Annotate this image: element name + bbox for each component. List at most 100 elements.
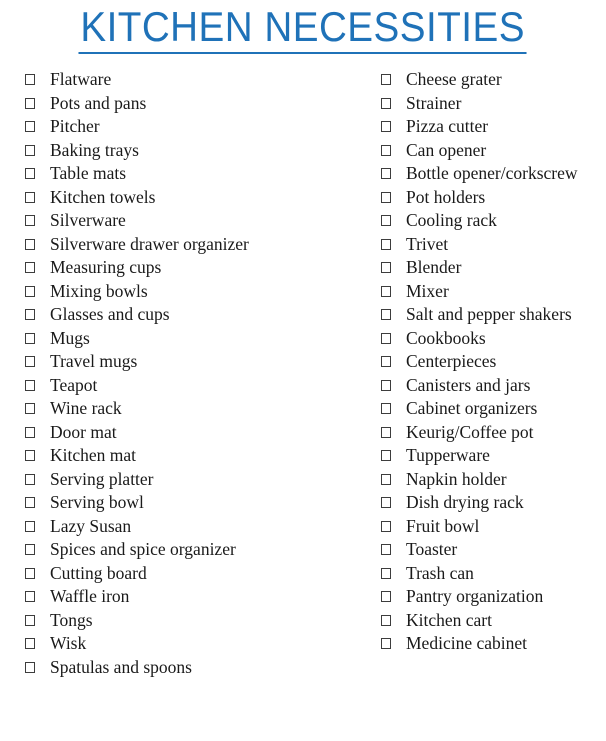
checklist-item[interactable]: Silverware drawer organizer — [25, 233, 372, 257]
empty-checkbox-icon[interactable] — [25, 144, 35, 156]
checklist-item[interactable]: Mugs — [25, 327, 372, 351]
checklist-item[interactable]: Pots and pans — [25, 92, 372, 116]
checklist-item[interactable]: Toaster — [381, 538, 602, 562]
checklist-item[interactable]: Spices and spice organizer — [25, 538, 372, 562]
empty-checkbox-icon[interactable] — [381, 403, 391, 414]
empty-checkbox-icon[interactable] — [381, 332, 391, 344]
checklist-item[interactable]: Spatulas and spoons — [25, 656, 372, 680]
checklist-item[interactable]: Baking trays — [25, 139, 372, 163]
empty-checkbox-icon[interactable] — [25, 97, 35, 109]
checklist-item[interactable]: Waffle iron — [25, 585, 372, 609]
checklist-item[interactable]: Flatware — [25, 68, 372, 92]
empty-checkbox-icon[interactable] — [25, 356, 35, 367]
empty-checkbox-icon[interactable] — [25, 544, 35, 555]
empty-checkbox-icon[interactable] — [25, 332, 35, 344]
checklist-item[interactable]: Can opener — [381, 139, 602, 163]
empty-checkbox-icon[interactable] — [381, 520, 391, 532]
empty-checkbox-icon[interactable] — [25, 638, 35, 649]
checklist-item[interactable]: Bottle opener/corkscrew — [381, 162, 602, 186]
checklist-item[interactable]: Cookbooks — [381, 327, 602, 351]
empty-checkbox-icon[interactable] — [381, 544, 391, 555]
checklist-item[interactable]: Canisters and jars — [381, 374, 602, 398]
empty-checkbox-icon[interactable] — [25, 285, 35, 297]
empty-checkbox-icon[interactable] — [381, 97, 391, 109]
empty-checkbox-icon[interactable] — [381, 614, 391, 626]
empty-checkbox-icon[interactable] — [381, 262, 391, 273]
empty-checkbox-icon[interactable] — [381, 497, 391, 508]
empty-checkbox-icon[interactable] — [25, 168, 35, 179]
empty-checkbox-icon[interactable] — [381, 473, 391, 485]
checklist-item[interactable]: Pot holders — [381, 186, 602, 210]
checklist-item[interactable]: Salt and pepper shakers — [381, 303, 602, 327]
checklist-item[interactable]: Mixer — [381, 280, 602, 304]
checklist-item[interactable]: Tupperware — [381, 444, 602, 468]
checklist-item[interactable]: Travel mugs — [25, 350, 372, 374]
empty-checkbox-icon[interactable] — [381, 144, 391, 156]
checklist-item[interactable]: Tongs — [25, 609, 372, 633]
empty-checkbox-icon[interactable] — [25, 309, 35, 320]
empty-checkbox-icon[interactable] — [381, 285, 391, 297]
empty-checkbox-icon[interactable] — [381, 450, 391, 461]
checklist-item[interactable]: Pantry organization — [381, 585, 602, 609]
checklist-item[interactable]: Cheese grater — [381, 68, 602, 92]
empty-checkbox-icon[interactable] — [381, 74, 391, 85]
checklist-item[interactable]: Kitchen cart — [381, 609, 602, 633]
empty-checkbox-icon[interactable] — [25, 426, 35, 438]
checklist-item[interactable]: Wisk — [25, 632, 372, 656]
empty-checkbox-icon[interactable] — [381, 426, 391, 438]
checklist-item[interactable]: Serving bowl — [25, 491, 372, 515]
empty-checkbox-icon[interactable] — [25, 121, 35, 132]
checklist-item[interactable]: Pitcher — [25, 115, 372, 139]
empty-checkbox-icon[interactable] — [381, 121, 391, 132]
checklist-item[interactable]: Mixing bowls — [25, 280, 372, 304]
checklist-item[interactable]: Glasses and cups — [25, 303, 372, 327]
checklist-item[interactable]: Wine rack — [25, 397, 372, 421]
checklist-item[interactable]: Door mat — [25, 421, 372, 445]
checklist-item[interactable]: Teapot — [25, 374, 372, 398]
checklist-item[interactable]: Dish drying rack — [381, 491, 602, 515]
empty-checkbox-icon[interactable] — [25, 215, 35, 226]
checklist-item[interactable]: Silverware — [25, 209, 372, 233]
empty-checkbox-icon[interactable] — [25, 567, 35, 579]
empty-checkbox-icon[interactable] — [25, 614, 35, 626]
checklist-item[interactable]: Measuring cups — [25, 256, 372, 280]
checklist-item[interactable]: Kitchen towels — [25, 186, 372, 210]
checklist-item[interactable]: Centerpieces — [381, 350, 602, 374]
empty-checkbox-icon[interactable] — [25, 74, 35, 85]
checklist-item[interactable]: Trivet — [381, 233, 602, 257]
empty-checkbox-icon[interactable] — [381, 215, 391, 226]
empty-checkbox-icon[interactable] — [25, 661, 35, 673]
empty-checkbox-icon[interactable] — [381, 591, 391, 602]
checklist-item[interactable]: Fruit bowl — [381, 515, 602, 539]
checklist-item[interactable]: Strainer — [381, 92, 602, 116]
checklist-item[interactable]: Table mats — [25, 162, 372, 186]
empty-checkbox-icon[interactable] — [25, 497, 35, 508]
empty-checkbox-icon[interactable] — [25, 403, 35, 414]
empty-checkbox-icon[interactable] — [25, 191, 35, 203]
checklist-item[interactable]: Lazy Susan — [25, 515, 372, 539]
empty-checkbox-icon[interactable] — [381, 309, 391, 320]
checklist-item[interactable]: Serving platter — [25, 468, 372, 492]
checklist-item[interactable]: Blender — [381, 256, 602, 280]
empty-checkbox-icon[interactable] — [25, 591, 35, 602]
empty-checkbox-icon[interactable] — [25, 450, 35, 461]
checklist-item[interactable]: Trash can — [381, 562, 602, 586]
empty-checkbox-icon[interactable] — [381, 238, 391, 250]
checklist-item[interactable]: Cooling rack — [381, 209, 602, 233]
checklist-item[interactable]: Cabinet organizers — [381, 397, 602, 421]
empty-checkbox-icon[interactable] — [381, 356, 391, 367]
checklist-item[interactable]: Medicine cabinet — [381, 632, 602, 656]
empty-checkbox-icon[interactable] — [381, 567, 391, 579]
empty-checkbox-icon[interactable] — [381, 379, 391, 391]
empty-checkbox-icon[interactable] — [381, 638, 391, 649]
checklist-item[interactable]: Keurig/Coffee pot — [381, 421, 602, 445]
empty-checkbox-icon[interactable] — [25, 262, 35, 273]
checklist-item[interactable]: Pizza cutter — [381, 115, 602, 139]
checklist-item[interactable]: Kitchen mat — [25, 444, 372, 468]
checklist-item[interactable]: Cutting board — [25, 562, 372, 586]
empty-checkbox-icon[interactable] — [25, 238, 35, 250]
empty-checkbox-icon[interactable] — [25, 379, 35, 391]
empty-checkbox-icon[interactable] — [25, 473, 35, 485]
empty-checkbox-icon[interactable] — [381, 168, 391, 179]
empty-checkbox-icon[interactable] — [381, 191, 391, 203]
